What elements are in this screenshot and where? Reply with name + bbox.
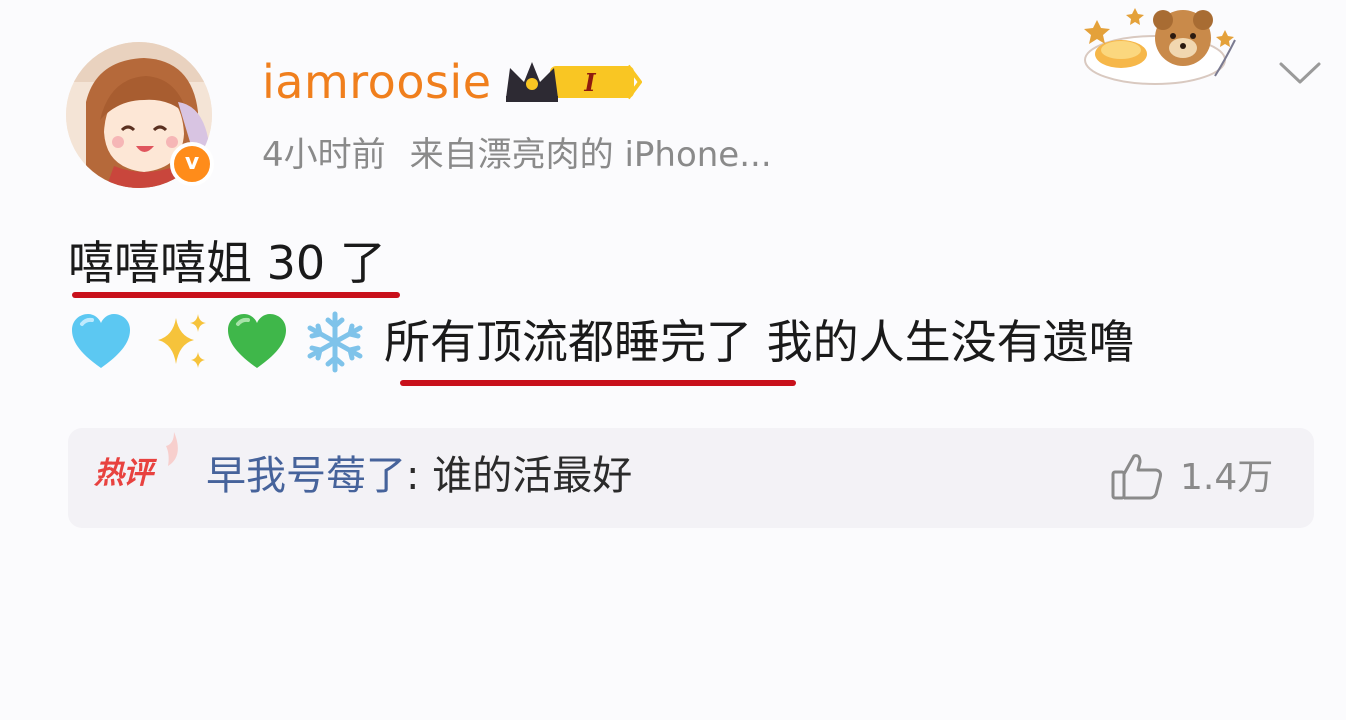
post-meta: 4小时前 来自漂亮肉的 iPhone... [262, 132, 772, 178]
post-source[interactable]: 来自漂亮肉的 iPhone... [410, 135, 772, 175]
red-underline-annotation [400, 380, 796, 386]
post-text-line2-content: 所有顶流都睡完了 我的人生没有遗噜 [384, 315, 1135, 369]
hot-comment-author[interactable]: 早我号莓了 [206, 453, 406, 499]
red-underline-annotation [72, 292, 400, 298]
member-level: I [583, 68, 596, 97]
username[interactable]: iamroosie [262, 52, 492, 112]
thumbs-up-icon[interactable] [1110, 450, 1164, 502]
chevron-down-icon[interactable] [1278, 58, 1322, 88]
green-heart-icon [228, 314, 286, 368]
like-count: 1.4万 [1180, 457, 1274, 498]
crown-member-badge-icon[interactable]: I [502, 56, 642, 106]
flame-icon [166, 432, 178, 466]
sparkles-icon [158, 314, 206, 368]
post-card: v iamroosie I 4小时前 来自漂亮肉的 iPhone... 嘻嘻嘻姐… [0, 0, 1346, 720]
hot-comment-content: 早我号莓了: 谁的活最好 [206, 448, 632, 504]
snowflake-icon [307, 311, 363, 373]
post-text-line2: 所有顶流都睡完了 我的人生没有遗噜 [68, 310, 1135, 374]
light-blue-heart-icon [72, 314, 130, 368]
verified-badge-icon: v [170, 142, 214, 186]
decoration-sticker-icon [1084, 8, 1236, 85]
hot-comment-separator: : [406, 453, 433, 499]
post-text-line1: 嘻嘻嘻姐 30 了 [68, 236, 386, 290]
post-time: 4小时前 [262, 135, 386, 175]
hot-comment-tag: 热评 [94, 456, 153, 491]
hot-comment-text: 谁的活最好 [432, 453, 633, 499]
verified-mark: v [184, 150, 200, 175]
